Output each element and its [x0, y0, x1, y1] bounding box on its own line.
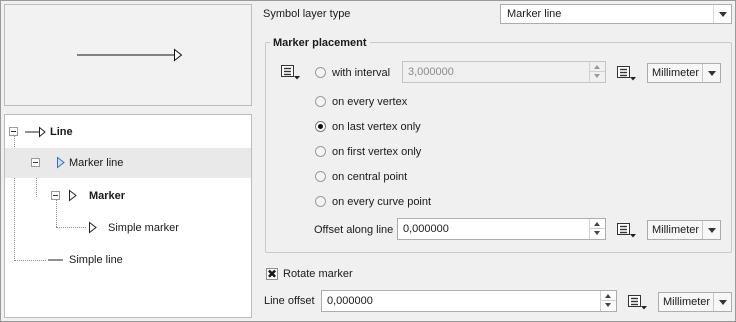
interval-unit-select[interactable]: Millimeter: [647, 63, 721, 83]
rotate-marker-label: Rotate marker: [283, 268, 353, 280]
interval-spinbox[interactable]: 3,000000: [402, 61, 606, 83]
data-defined-override-icon[interactable]: [615, 63, 639, 83]
spin-buttons: [600, 291, 616, 311]
spin-buttons: [589, 219, 605, 239]
tree-item-line[interactable]: Line: [5, 117, 251, 147]
on-every-vertex-label: on every vertex: [332, 96, 408, 108]
collapse-toggle-icon[interactable]: [51, 191, 60, 200]
with-interval-label: with interval: [332, 67, 391, 79]
data-defined-override-icon[interactable]: [615, 220, 639, 240]
symbol-layer-type-label: Symbol layer type: [263, 8, 351, 20]
preview-arrow-icon: [77, 48, 183, 62]
marker-icon: [69, 189, 77, 202]
line-offset-label: Line offset: [264, 295, 315, 307]
on-last-vertex-label: on last vertex only: [332, 121, 421, 133]
line-offset-value: 0,000000: [327, 295, 373, 307]
on-last-vertex-radio[interactable]: [315, 121, 326, 132]
symbol-layer-type-value: Marker line: [507, 8, 562, 20]
spin-up-icon[interactable]: [590, 62, 605, 72]
simple-marker-icon: [89, 221, 97, 234]
collapse-toggle-icon[interactable]: [31, 158, 40, 167]
on-first-vertex-radio[interactable]: [315, 146, 326, 157]
on-every-vertex-radio[interactable]: [315, 96, 326, 107]
checkbox-checked-icon: ✖: [267, 267, 278, 281]
interval-value: 3,000000: [408, 66, 454, 78]
data-defined-override-icon[interactable]: [626, 292, 650, 312]
offset-along-line-value: 0,000000: [403, 223, 449, 235]
on-central-point-label: on central point: [332, 171, 408, 183]
chevron-down-icon: [702, 221, 720, 239]
tree-item-simple-marker[interactable]: Simple marker: [5, 213, 251, 243]
line-icon: [25, 126, 46, 138]
offset-along-line-unit-select[interactable]: Millimeter: [647, 220, 721, 240]
simple-line-icon: [48, 259, 63, 261]
tree-item-label: Line: [50, 126, 73, 138]
spin-buttons: [589, 62, 605, 82]
chevron-down-icon: [702, 64, 720, 82]
tree-item-label: Simple line: [69, 254, 123, 266]
tree-item-label: Marker: [89, 190, 126, 202]
on-every-curve-point-label: on every curve point: [332, 196, 432, 208]
spin-up-icon[interactable]: [601, 291, 616, 301]
line-offset-spinbox[interactable]: 0,000000: [321, 290, 617, 312]
offset-along-line-spinbox[interactable]: 0,000000: [397, 218, 606, 240]
chevron-down-icon: [713, 293, 731, 311]
line-offset-unit-select[interactable]: Millimeter: [658, 292, 732, 312]
tree-item-label: Marker line: [69, 157, 124, 169]
symbol-layer-type-select[interactable]: Marker line: [500, 4, 732, 24]
rotate-marker-checkbox[interactable]: ✖: [266, 267, 278, 281]
offset-along-line-unit-value: Millimeter: [652, 224, 700, 236]
tree-item-label: Simple marker: [108, 222, 179, 234]
data-defined-override-icon[interactable]: [279, 62, 303, 82]
line-offset-unit-value: Millimeter: [663, 296, 711, 308]
spin-down-icon[interactable]: [601, 301, 616, 311]
spin-down-icon[interactable]: [590, 229, 605, 239]
offset-along-line-label: Offset along line: [314, 224, 394, 236]
on-every-curve-point-radio[interactable]: [315, 196, 326, 207]
collapse-toggle-icon[interactable]: [9, 127, 18, 136]
symbol-layer-tree[interactable]: Line Marker line Marker Simple marker Si…: [4, 114, 252, 318]
tree-item-simple-line[interactable]: Simple line: [5, 245, 251, 275]
on-central-point-radio[interactable]: [315, 171, 326, 182]
with-interval-radio[interactable]: [315, 67, 326, 78]
spin-down-icon[interactable]: [590, 72, 605, 82]
on-first-vertex-label: on first vertex only: [332, 146, 422, 158]
tree-item-marker-line[interactable]: Marker line: [5, 148, 251, 178]
marker-placement-title: Marker placement: [270, 35, 370, 51]
tree-item-marker[interactable]: Marker: [5, 181, 251, 211]
interval-unit-value: Millimeter: [652, 67, 700, 79]
marker-line-icon: [57, 156, 65, 169]
spin-up-icon[interactable]: [590, 219, 605, 229]
chevron-down-icon: [713, 5, 731, 23]
symbol-preview: [4, 4, 252, 106]
